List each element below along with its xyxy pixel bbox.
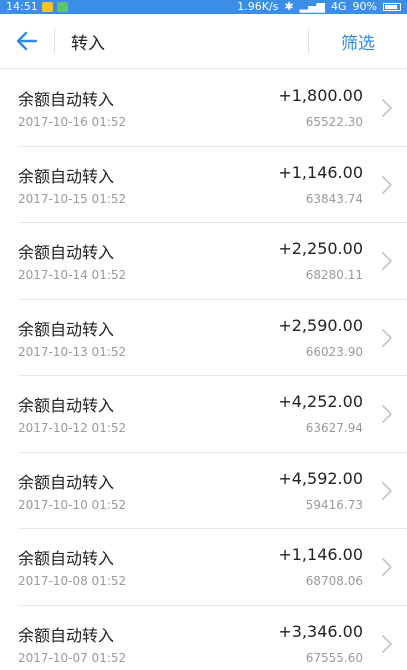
transaction-amount: +1,800.00 bbox=[278, 86, 363, 105]
transaction-date: 2017-10-12 01:52 bbox=[18, 421, 127, 435]
image-notification-icon bbox=[56, 2, 68, 12]
status-battery: 90% bbox=[352, 0, 377, 13]
transaction-date: 2017-10-10 01:52 bbox=[18, 497, 127, 512]
battery-icon bbox=[383, 3, 401, 11]
transaction-title: 余额自动转入 bbox=[18, 243, 115, 262]
transaction-balance: 67555.60 bbox=[305, 650, 363, 665]
transaction-row[interactable]: 余额自动转入 2017-10-15 01:52 +1,146.00 63843.… bbox=[18, 147, 407, 223]
chevron-right-icon bbox=[382, 634, 392, 653]
transaction-title: 余额自动转入 bbox=[18, 625, 115, 645]
transaction-row[interactable]: 余额自动转入 2017-10-14 01:52 +2,250.00 68280.… bbox=[18, 223, 407, 300]
transaction-date: 2017-10-08 01:52 bbox=[18, 574, 127, 588]
transaction-date: 2017-10-13 01:52 bbox=[18, 344, 127, 359]
nav-bar: 转入 筛选 bbox=[0, 14, 407, 69]
transaction-row[interactable]: 余额自动转入 2017-10-08 01:52 +1,146.00 68708.… bbox=[18, 529, 407, 606]
transaction-amount: +2,250.00 bbox=[278, 239, 363, 258]
chevron-right-icon bbox=[382, 175, 392, 194]
transaction-balance: 66023.90 bbox=[305, 344, 363, 359]
transaction-row[interactable]: 余额自动转入 2017-10-10 01:52 +4,592.00 59416.… bbox=[18, 453, 407, 529]
transaction-date: 2017-10-14 01:52 bbox=[18, 268, 127, 282]
transaction-amount: +1,146.00 bbox=[278, 545, 363, 564]
status-time: 14:51 bbox=[6, 0, 38, 13]
status-net-speed: 1.96K/s bbox=[237, 0, 279, 13]
status-bar: 14:51 1.96K/s ✱ ▂▄▆ 4G 90% bbox=[0, 0, 407, 14]
chevron-right-icon bbox=[382, 405, 392, 423]
page-title: 转入 bbox=[71, 33, 105, 54]
transaction-amount: +3,346.00 bbox=[278, 621, 363, 641]
app-notification-icon bbox=[41, 2, 53, 12]
transaction-title: 余额自动转入 bbox=[18, 319, 115, 339]
back-button[interactable] bbox=[0, 14, 54, 69]
chevron-right-icon bbox=[382, 252, 392, 270]
transaction-row[interactable]: 余额自动转入 2017-10-12 01:52 +4,252.00 63627.… bbox=[18, 376, 407, 453]
transaction-date: 2017-10-07 01:52 bbox=[18, 650, 127, 665]
transaction-amount: +1,146.00 bbox=[278, 162, 363, 182]
transaction-balance: 59416.73 bbox=[305, 497, 363, 512]
transaction-row[interactable]: 余额自动转入 2017-10-16 01:52 +1,800.00 65522.… bbox=[18, 70, 407, 147]
status-right: 1.96K/s ✱ ▂▄▆ 4G 90% bbox=[237, 0, 401, 14]
chevron-right-icon bbox=[382, 558, 392, 576]
status-network: 4G bbox=[331, 0, 347, 13]
status-left: 14:51 bbox=[6, 0, 68, 14]
chevron-right-icon bbox=[382, 99, 392, 117]
transaction-amount: +2,590.00 bbox=[278, 315, 363, 335]
transaction-amount: +4,252.00 bbox=[278, 392, 363, 411]
transaction-amount: +4,592.00 bbox=[278, 468, 363, 488]
transaction-list: 余额自动转入 2017-10-16 01:52 +1,800.00 65522.… bbox=[0, 70, 407, 670]
back-arrow-icon bbox=[16, 31, 38, 51]
chevron-right-icon bbox=[382, 328, 392, 347]
transaction-balance: 65522.30 bbox=[305, 115, 363, 129]
transaction-title: 余额自动转入 bbox=[18, 90, 115, 109]
transaction-balance: 68280.11 bbox=[305, 268, 363, 282]
transaction-row[interactable]: 余额自动转入 2017-10-13 01:52 +2,590.00 66023.… bbox=[18, 300, 407, 376]
transaction-row[interactable]: 余额自动转入 2017-10-07 01:52 +3,346.00 67555.… bbox=[18, 606, 407, 670]
bluetooth-icon: ✱ bbox=[284, 0, 294, 13]
transaction-title: 余额自动转入 bbox=[18, 166, 115, 186]
transaction-balance: 63627.94 bbox=[305, 421, 363, 435]
signal-icon: ▂▄▆ bbox=[299, 0, 326, 13]
transaction-date: 2017-10-15 01:52 bbox=[18, 191, 127, 206]
transaction-title: 余额自动转入 bbox=[18, 549, 115, 568]
transaction-balance: 68708.06 bbox=[305, 574, 363, 588]
transaction-title: 余额自动转入 bbox=[18, 472, 115, 492]
filter-button[interactable]: 筛选 bbox=[309, 29, 407, 54]
transaction-balance: 63843.74 bbox=[305, 191, 363, 206]
transaction-date: 2017-10-16 01:52 bbox=[18, 115, 127, 129]
chevron-right-icon bbox=[382, 481, 392, 500]
nav-divider bbox=[54, 28, 55, 54]
transaction-title: 余额自动转入 bbox=[18, 396, 115, 415]
